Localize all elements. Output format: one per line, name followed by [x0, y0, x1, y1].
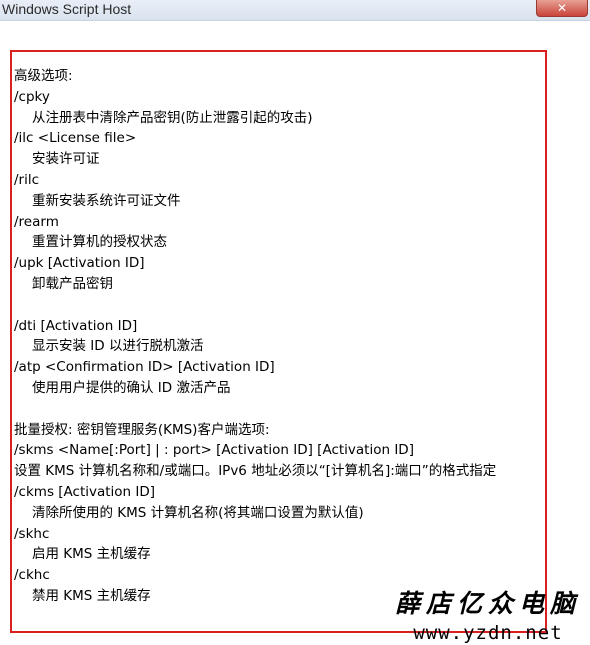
help-line: /dti [Activation ID] — [14, 317, 138, 334]
help-line: 启用 KMS 主机缓存 — [32, 546, 151, 563]
help-line: 从注册表中清除产品密钥(防止泄露引起的攻击) — [32, 109, 313, 126]
help-text: 高级选项: /cpky 从注册表中清除产品密钥(防止泄露引起的攻击) /ilc <Li… — [14, 66, 546, 607]
help-line: /skms <Name[:Port] | : port> [Activation… — [14, 442, 414, 459]
help-line: 批量授权: 密钥管理服务(KMS)客户端选项: — [14, 421, 270, 438]
help-line: /ilc <License file> — [14, 130, 137, 147]
help-line: /upk [Activation ID] — [14, 255, 145, 272]
help-line: /ckms [Activation ID] — [14, 483, 156, 500]
help-line: /rearm — [14, 213, 59, 230]
help-line: 设置 KMS 计算机名称和/或端口。IPv6 地址必须以“[计算机名]:端口”的… — [14, 463, 497, 480]
help-line: /rilc — [14, 171, 40, 188]
help-line: /ckhc — [14, 567, 50, 584]
watermark-url: www.yzdn.net — [413, 622, 563, 644]
help-line: /atp <Confirmation ID> [Activation ID] — [14, 359, 275, 376]
help-line: 使用用户提供的确认 ID 激活产品 — [32, 379, 231, 396]
help-line: 高级选项: — [14, 68, 73, 84]
window-title: Windows Script Host — [2, 1, 132, 17]
watermark: 薛店亿众电脑 www.yzdn.net — [388, 584, 588, 644]
help-line: 显示安装 ID 以进行脱机激活 — [32, 338, 204, 355]
help-line: 重置计算机的授权状态 — [32, 234, 167, 251]
help-line: 卸载产品密钥 — [32, 275, 113, 292]
help-line: 安装许可证 — [32, 151, 100, 168]
title-bar: Windows Script Host ✕ — [0, 0, 590, 21]
close-icon: ✕ — [556, 1, 568, 15]
watermark-title: 薛店亿众电脑 — [394, 589, 581, 618]
help-line: 重新安装系统许可证文件 — [32, 192, 181, 209]
close-button[interactable]: ✕ — [536, 0, 588, 17]
help-line: /cpky — [14, 88, 50, 105]
help-line: 清除所使用的 KMS 计算机名称(将其端口设置为默认值) — [32, 504, 364, 521]
help-line: /skhc — [14, 525, 50, 542]
